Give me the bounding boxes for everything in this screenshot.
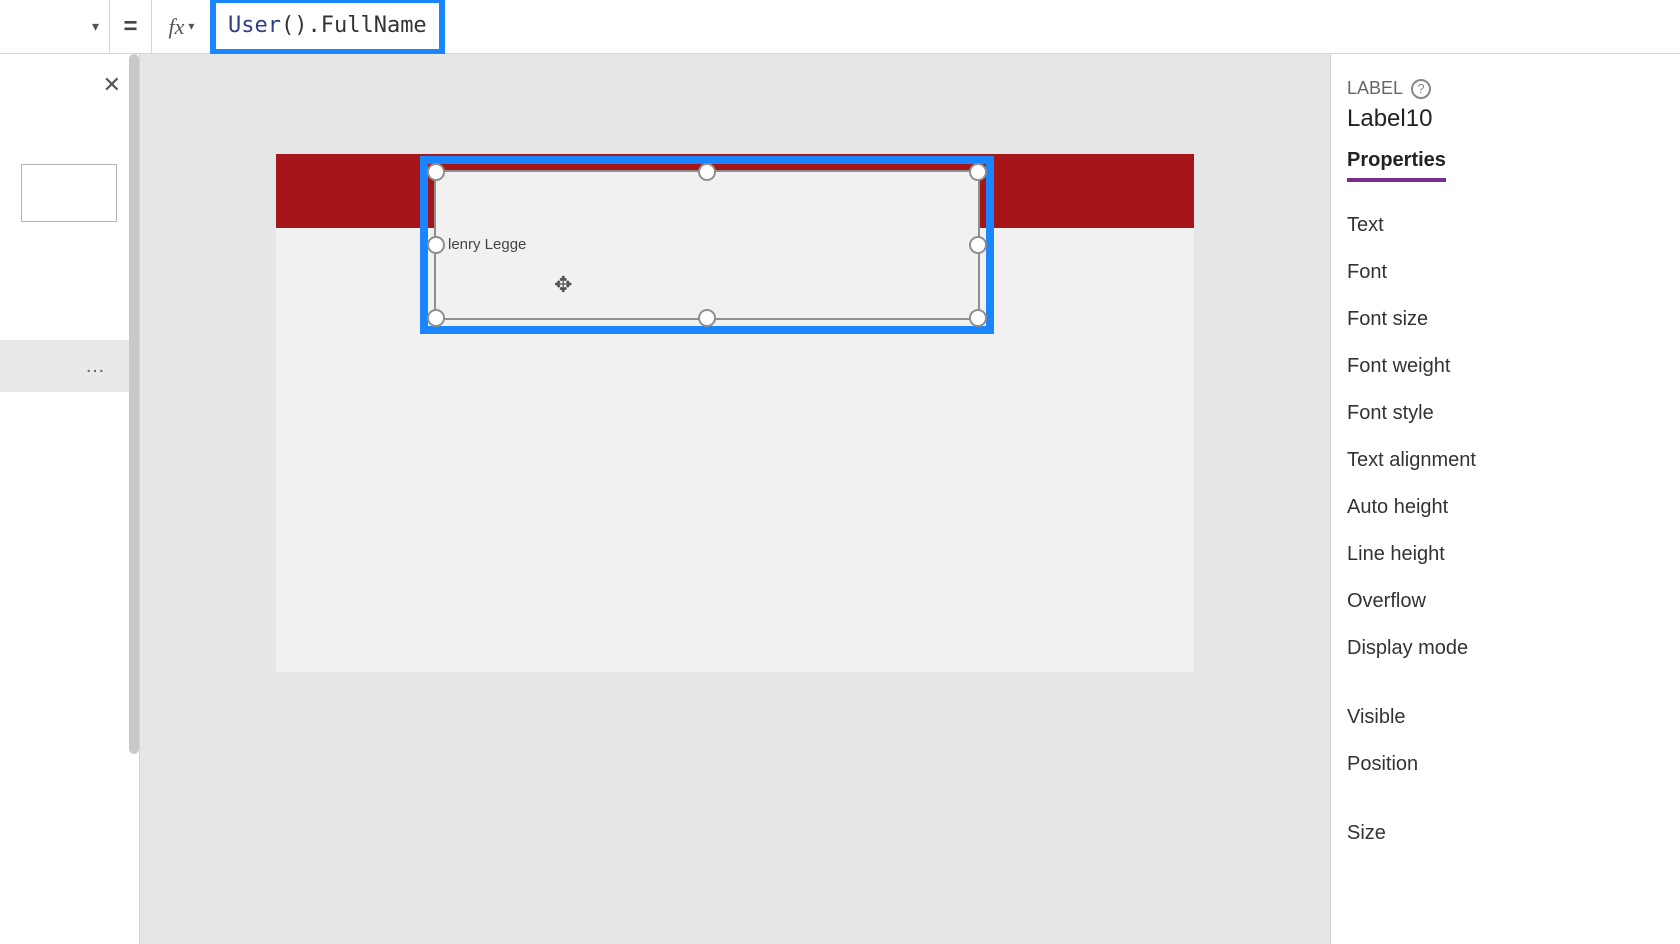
close-icon[interactable]: ✕ [103,72,121,122]
prop-font[interactable]: Font [1331,249,1680,296]
resize-handle[interactable] [427,309,445,327]
prop-visible[interactable]: Visible [1331,694,1680,741]
formula-input-highlight: User().FullName [210,0,445,55]
chevron-down-icon: ▾ [188,19,194,34]
fx-button[interactable]: fx ▾ [152,0,212,54]
prop-size[interactable]: Size [1331,810,1680,857]
prop-font-weight[interactable]: Font weight [1331,343,1680,390]
resize-handle[interactable] [969,163,987,181]
resize-handle[interactable] [698,163,716,181]
formula-bar: ▾ = fx ▾ User().FullName [0,0,1680,54]
resize-handle[interactable] [969,309,987,327]
property-dropdown[interactable]: ▾ [0,0,110,54]
prop-overflow[interactable]: Overflow [1331,578,1680,625]
scrollbar-thumb[interactable] [129,54,139,754]
canvas-area[interactable]: Title of the Screen lenry Legge ✥ [140,54,1330,944]
prop-position[interactable]: Position [1331,741,1680,788]
label-text: lenry Legge [448,236,526,253]
move-icon: ✥ [554,272,572,298]
resize-handle[interactable] [969,236,987,254]
prop-font-size[interactable]: Font size [1331,296,1680,343]
selection-highlight: lenry Legge ✥ [420,156,994,334]
prop-display-mode[interactable]: Display mode [1331,625,1680,672]
tree-scrollbar[interactable] [127,54,139,774]
resize-handle[interactable] [427,236,445,254]
prop-text-alignment[interactable]: Text alignment [1331,437,1680,484]
prop-text[interactable]: Text [1331,202,1680,249]
formula-input[interactable]: User().FullName [228,13,427,38]
workspace: ✕ … Title of the Screen lenry Legge ✥ [0,54,1680,944]
property-list: Text Font Font size Font weight Font sty… [1331,182,1680,857]
control-type-label: LABEL [1347,78,1403,99]
resize-handle[interactable] [698,309,716,327]
tab-properties[interactable]: Properties [1347,149,1446,182]
resize-handle[interactable] [427,163,445,181]
fx-label: fx [169,14,185,40]
chevron-down-icon: ▾ [92,18,99,35]
label-control[interactable]: lenry Legge ✥ [434,170,980,320]
tree-selected-row[interactable]: … [0,340,131,392]
tree-search-input[interactable] [21,164,117,222]
control-name[interactable]: Label10 [1331,99,1680,149]
tree-view-panel: ✕ … [0,54,140,944]
prop-line-height[interactable]: Line height [1331,531,1680,578]
prop-font-style[interactable]: Font style [1331,390,1680,437]
more-icon[interactable]: … [85,355,107,378]
prop-auto-height[interactable]: Auto height [1331,484,1680,531]
help-icon[interactable]: ? [1411,79,1431,99]
properties-panel: LABEL ? Label10 Properties Text Font Fon… [1330,54,1680,944]
equals-sign: = [110,0,152,54]
